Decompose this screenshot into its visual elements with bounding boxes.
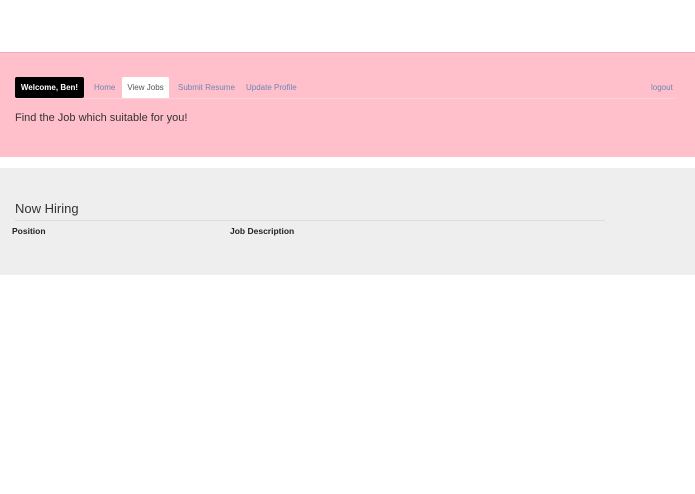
column-header-job-description: Job Description xyxy=(230,226,295,236)
nav-view-jobs-link[interactable]: View Jobs xyxy=(122,77,169,98)
header-band: Welcome, Ben! Home View Jobs Submit Resu… xyxy=(0,52,695,157)
hiring-divider xyxy=(15,220,605,221)
welcome-brand[interactable]: Welcome, Ben! xyxy=(15,77,84,98)
now-hiring-section: Now Hiring Position Job Description xyxy=(0,168,695,275)
nav-update-profile-link[interactable]: Update Profile xyxy=(246,77,297,98)
nav-home-link[interactable]: Home xyxy=(94,77,115,98)
nav-submit-resume-link[interactable]: Submit Resume xyxy=(178,77,235,98)
now-hiring-title: Now Hiring xyxy=(15,201,79,216)
logout-link[interactable]: logout xyxy=(651,77,673,98)
column-header-position: Position xyxy=(12,226,46,236)
header-tagline: Find the Job which suitable for you! xyxy=(15,112,188,124)
top-navbar: Welcome, Ben! Home View Jobs Submit Resu… xyxy=(15,77,675,99)
